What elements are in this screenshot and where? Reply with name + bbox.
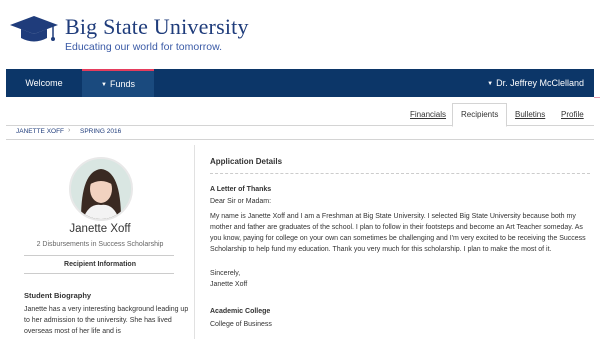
- letter-heading: A Letter of Thanks: [210, 186, 272, 193]
- recipient-panel: Janette Xoff 2 Disbursements in Success …: [6, 145, 195, 339]
- nav-welcome[interactable]: Welcome: [6, 69, 82, 97]
- tab-bar: Financials Recipients Bulletins Profile: [6, 97, 594, 127]
- nav-funds[interactable]: ▼ Funds: [82, 69, 154, 97]
- tab-financials[interactable]: Financials: [410, 105, 446, 125]
- graduation-cap-icon: [10, 16, 58, 42]
- accent-divider: [594, 97, 600, 98]
- divider: [24, 255, 174, 256]
- breadcrumb-term[interactable]: SPRING 2016: [80, 128, 121, 135]
- letter-signer: Janette Xoff: [210, 281, 248, 288]
- letter-body: My name is Janette Xoff and I am a Fresh…: [210, 213, 586, 253]
- disbursement-summary: 2 Disbursements in Success Scholarship: [36, 241, 164, 248]
- main-navbar: Welcome ▼ Funds ▼ Dr. Jeffrey McClelland: [6, 69, 594, 97]
- academic-college-value: College of Business: [210, 321, 272, 328]
- caret-down-icon: ▼: [487, 80, 494, 87]
- divider: [24, 273, 174, 274]
- user-menu[interactable]: ▼ Dr. Jeffrey McClelland: [487, 69, 584, 97]
- tab-bulletins[interactable]: Bulletins: [515, 105, 545, 125]
- breadcrumb: JANETTE XOFF › SPRING 2016: [6, 125, 594, 140]
- recipient-name: Janette Xoff: [69, 223, 131, 235]
- application-details-heading: Application Details: [210, 157, 283, 166]
- biography-heading: Student Biography: [24, 291, 92, 300]
- biography-text: Janette has a very interesting backgroun…: [24, 306, 189, 335]
- breadcrumb-student[interactable]: JANETTE XOFF: [16, 128, 64, 135]
- caret-down-icon: ▼: [101, 81, 107, 88]
- tab-profile[interactable]: Profile: [561, 105, 584, 125]
- application-details-panel: Application Details A Letter of Thanks D…: [202, 145, 594, 339]
- brand-name: Big State University: [65, 14, 249, 39]
- user-name: Dr. Jeffrey McClelland: [496, 78, 584, 88]
- academic-college-heading: Academic College: [210, 308, 271, 315]
- recipient-info-heading: Recipient Information: [64, 261, 136, 268]
- tab-recipients[interactable]: Recipients: [452, 103, 508, 127]
- avatar: [69, 157, 133, 221]
- letter-closing: Sincerely,: [210, 270, 241, 277]
- letter-salutation: Dear Sir or Madam:: [210, 198, 272, 205]
- brand-tagline: Educating our world for tomorrow.: [65, 41, 222, 53]
- nav-funds-label: Funds: [109, 79, 135, 89]
- divider: [210, 173, 590, 174]
- breadcrumb-separator-icon: ›: [68, 127, 71, 134]
